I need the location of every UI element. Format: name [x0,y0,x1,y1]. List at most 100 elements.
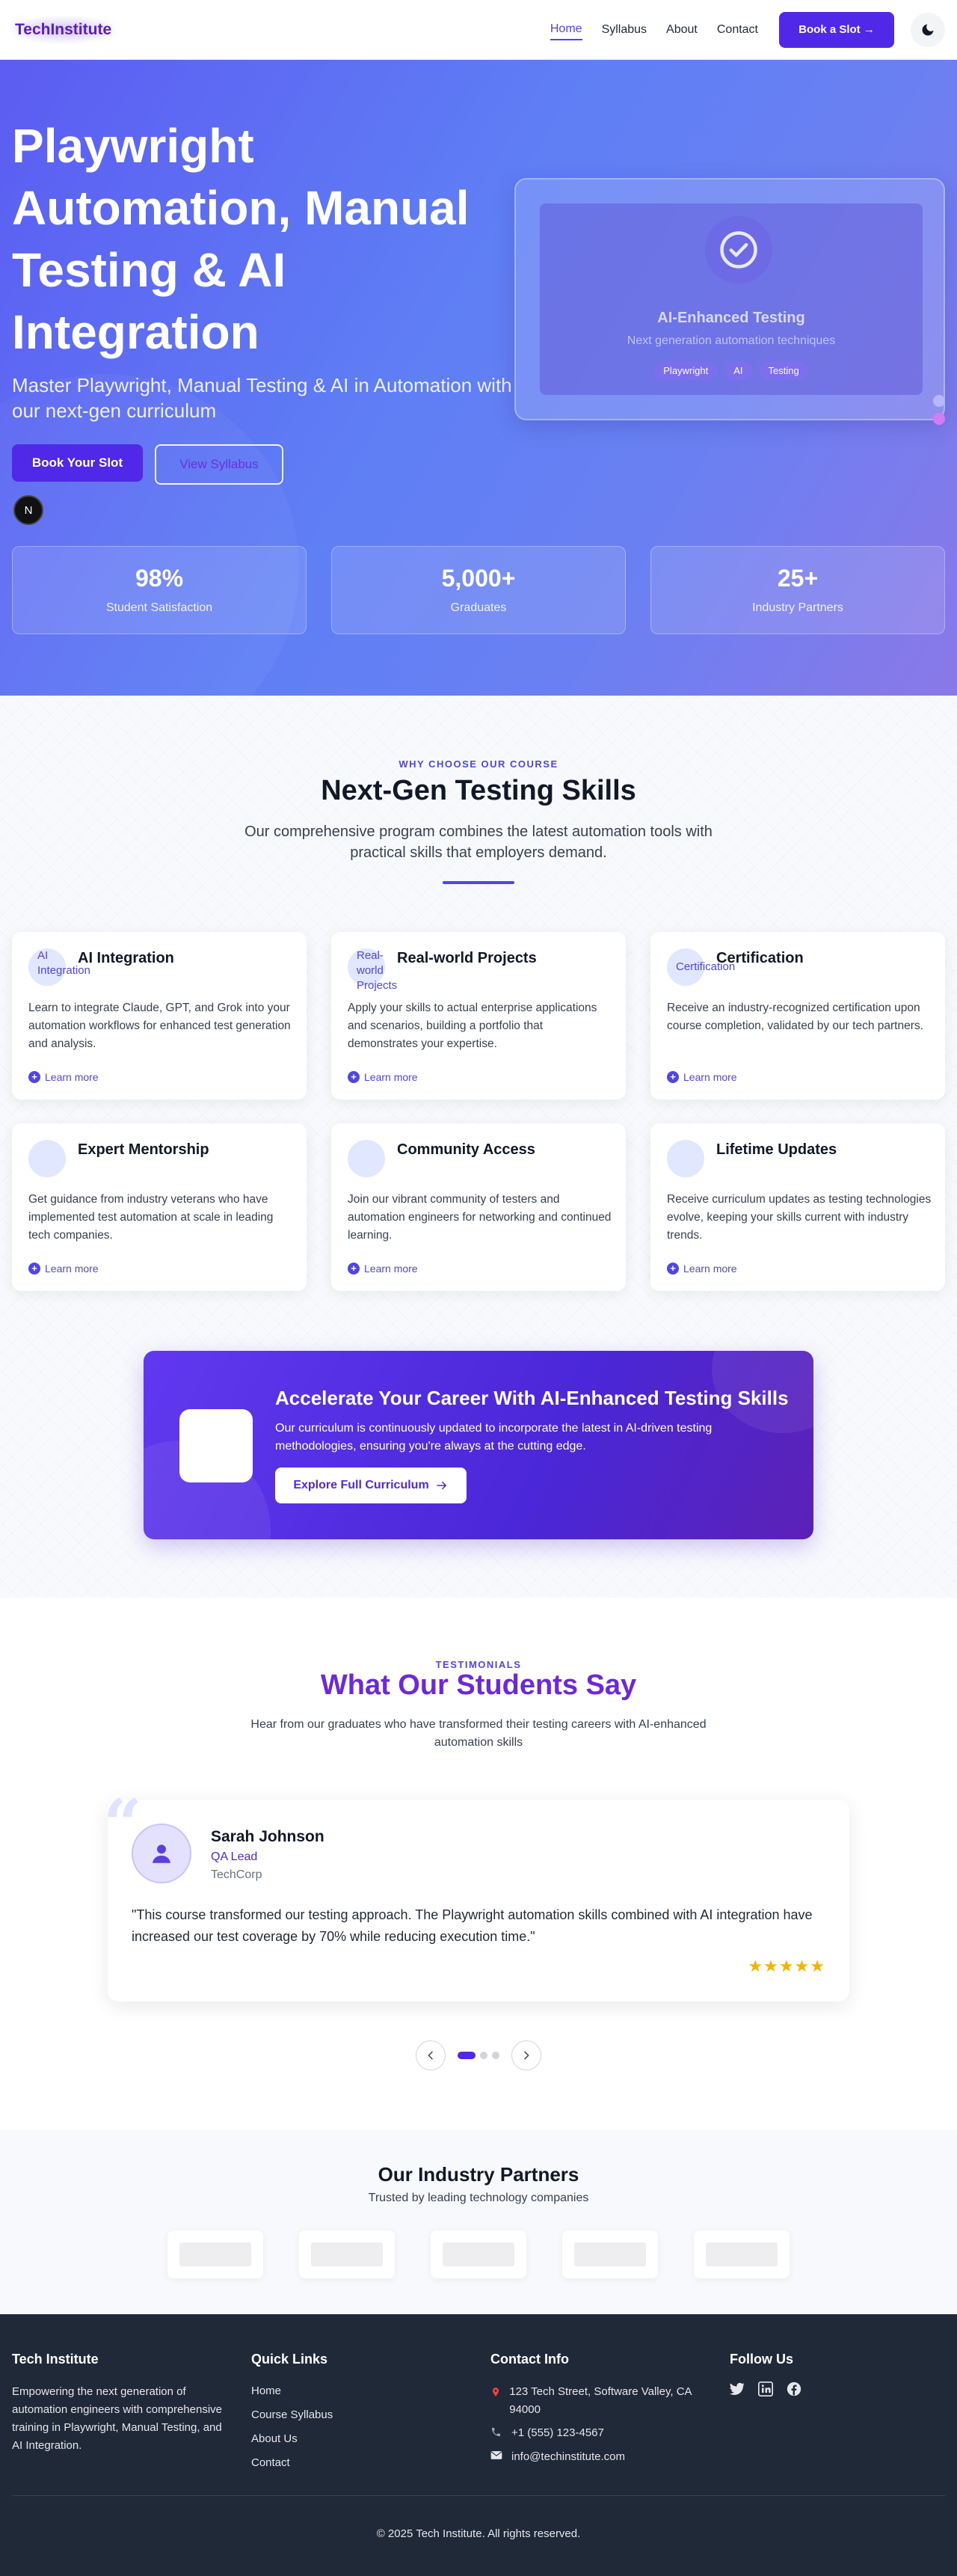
carousel-next-button[interactable] [511,2040,541,2070]
footer-divider [12,2495,945,2496]
feature-card-title: Real-world Projects [397,950,537,966]
career-cta-banner: Accelerate Your Career With AI-Enhanced … [144,1351,813,1539]
learn-more-link[interactable]: + Learn more [348,1263,418,1275]
feature-card-title: Expert Mentorship [78,1141,209,1158]
testimonial-quote: "This course transformed our testing app… [132,1907,813,1944]
plus-circle-icon: + [667,1263,679,1275]
deco-dot [933,395,945,407]
hero-card-tags: Playwright AI Testing [540,361,923,380]
feature-card-title: Community Access [397,1141,535,1158]
check-circle-icon [720,231,757,269]
partner-logo [562,2230,658,2278]
feature-card-desc: Apply your skills to actual enterprise a… [348,1002,597,1050]
partners-section: Our Industry Partners Trusted by leading… [0,2130,957,2314]
carousel-dot[interactable] [492,2052,499,2059]
nav-link-syllabus[interactable]: Syllabus [602,20,647,40]
n-badge[interactable]: N [13,495,43,525]
learn-more-link[interactable]: + Learn more [667,1071,737,1083]
plus-circle-icon: + [348,1071,360,1083]
address-text: 123 Tech Street, Software Valley, CA 940… [509,2385,692,2416]
learn-more-link[interactable]: + Learn more [667,1263,737,1275]
partner-logo [167,2230,263,2278]
footer-brand: Tech Institute [12,2352,99,2367]
learn-more-link[interactable]: + Learn more [348,1071,418,1083]
plus-circle-icon: + [348,1263,360,1275]
carousel-dot-active[interactable] [458,2052,476,2059]
partners-title: Our Industry Partners [378,2163,579,2186]
contact-phone: +1 (555) 123-4567 [490,2426,604,2441]
star-rating: ★★★★★ [748,1957,825,1975]
deco-dot [933,413,945,425]
feature-card-desc: Get guidance from industry veterans who … [28,1193,274,1242]
learn-more-link[interactable]: + Learn more [28,1071,99,1083]
testimonial-carousel-controls [416,2039,541,2072]
hero-feature-card: AI-Enhanced Testing Next generation auto… [514,178,945,420]
navbar: TechInstitute Home Syllabus About Contac… [0,0,957,60]
moon-icon [922,24,934,35]
follow-us-title: Follow Us [730,2352,793,2367]
phone-icon [490,2426,504,2441]
user-icon [152,1844,171,1863]
check-circle-badge [705,216,772,283]
learn-more-link[interactable]: + Learn more [28,1263,99,1275]
feature-card-title: AI Integration [78,950,174,966]
title-underline [443,881,514,884]
carousel-dot[interactable] [480,2052,487,2059]
twitter-icon[interactable] [730,2382,745,2396]
learn-more-label: Learn more [364,1071,418,1083]
partner-logo [694,2230,790,2278]
site-logo[interactable]: TechInstitute [12,14,115,45]
footer-link-contact[interactable]: Contact [251,2456,290,2469]
testimonials-subtitle: Hear from our graduates who have transfo… [250,1718,707,1749]
facebook-icon[interactable] [787,2382,801,2396]
partners-subtitle: Trusted by leading technology companies [368,2192,589,2204]
features-title: Next-Gen Testing Skills [321,775,636,806]
learn-more-label: Learn more [683,1071,737,1083]
certification-icon: Certification [667,948,735,986]
nav-link-contact[interactable]: Contact [717,20,758,40]
features-eyebrow: WHY CHOOSE OUR COURSE [399,758,558,770]
testimonial-name: Sarah Johnson [211,1828,324,1845]
quick-links-title: Quick Links [251,2352,328,2367]
cta-image-placeholder [179,1409,253,1482]
tag-ai: AI [724,361,752,380]
nav-link-home[interactable]: Home [550,19,582,40]
book-slot-button[interactable]: Book a Slot → [779,11,894,48]
footer-link-syllabus[interactable]: Course Syllabus [251,2408,333,2421]
projects-icon: Real-world Projects [348,948,397,992]
carousel-prev-button[interactable] [416,2040,446,2070]
testimonial-card: “ Sarah Johnson QA Lead TechCorp "This c… [103,1785,849,2002]
social-links [730,2382,801,2396]
feature-card: AI Integration AI Integration Learn to i… [12,932,307,1100]
carousel-dots [458,2052,499,2059]
nav-links: Home Syllabus About Contact Book a Slot … [531,11,945,48]
plus-circle-icon: + [28,1263,40,1275]
linkedin-icon[interactable] [758,2382,773,2396]
features-section: WHY CHOOSE OUR COURSE Next-Gen Testing S… [0,696,957,1598]
theme-toggle-button[interactable] [911,12,945,47]
footer-link-about[interactable]: About Us [251,2432,298,2445]
feature-card-title: Certification [716,950,804,966]
feature-card-desc: Receive an industry-recognized certifica… [667,1002,923,1032]
book-your-slot-button[interactable]: Book Your Slot [12,444,143,482]
view-syllabus-button[interactable]: View Syllabus [155,444,283,485]
footer-description: Empowering the next generation of automa… [12,2385,222,2452]
feature-card: Certification Certification Receive an i… [650,932,945,1100]
cta-text: Our curriculum is continuously updated t… [275,1422,713,1453]
footer-link-home[interactable]: Home [251,2385,281,2397]
learn-more-label: Learn more [45,1263,99,1275]
hero-card-inner: AI-Enhanced Testing Next generation auto… [540,203,923,395]
feature-card: Community Access Join our vibrant commun… [331,1123,626,1291]
plus-circle-icon: + [667,1071,679,1083]
testimonials-title: What Our Students Say [320,1669,637,1701]
nav-link-about[interactable]: About [666,20,698,40]
tag-playwright: Playwright [654,361,718,380]
stat-card: 98% Student Satisfaction [12,546,307,634]
plus-circle-icon: + [28,1071,40,1083]
email-text[interactable]: info@techinstitute.com [511,2450,625,2463]
map-pin-icon [490,2383,502,2419]
arrow-right-icon [436,1481,446,1490]
learn-more-label: Learn more [364,1263,418,1275]
explore-curriculum-button[interactable]: Explore Full Curriculum [275,1468,467,1503]
feature-card: Real-world Projects Real-world Projects … [331,932,626,1100]
